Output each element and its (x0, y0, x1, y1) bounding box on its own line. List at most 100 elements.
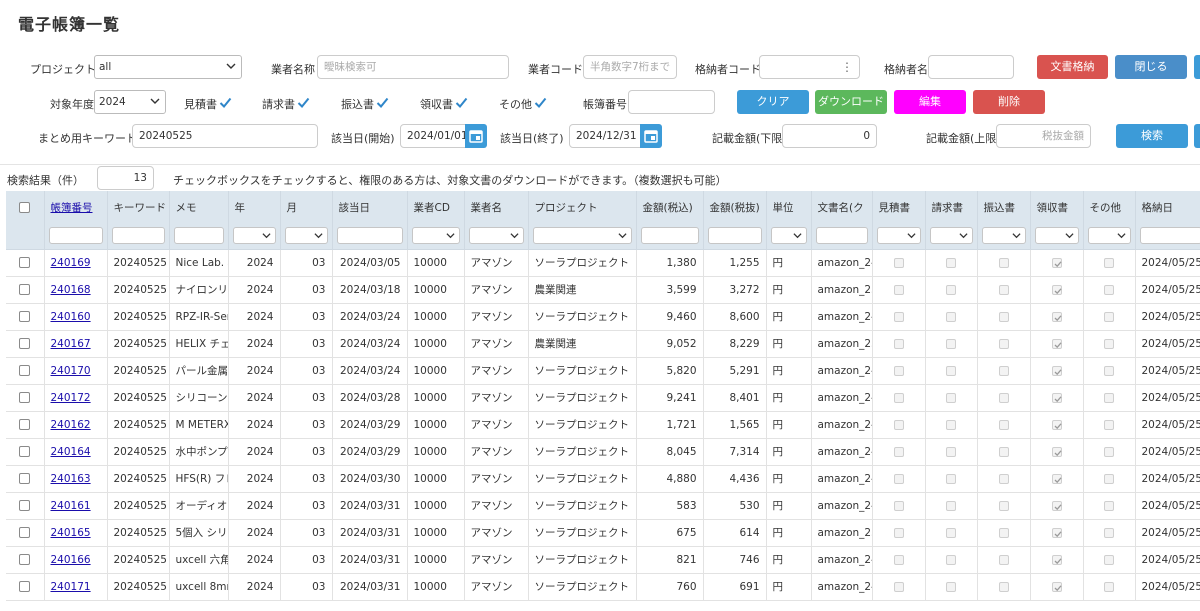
project-select[interactable]: all (94, 55, 242, 79)
date-start-input[interactable]: 2024/01/01 (400, 124, 466, 148)
ledger-no-link[interactable]: 240161 (51, 500, 91, 512)
header-ledger-no-link[interactable]: 帳簿番号 (51, 202, 93, 214)
filter-input-amount-inc[interactable] (640, 227, 699, 245)
row-select-cell[interactable] (6, 276, 45, 304)
table-row[interactable]: 240171 20240525uxcell 8mm2024032024/03/31… (6, 573, 1200, 601)
ledger-no-cell[interactable]: 240160 (44, 303, 108, 331)
filter-select-project[interactable] (532, 227, 632, 245)
year-select[interactable]: 2024 (94, 90, 166, 114)
close-button[interactable]: 閉じる (1115, 55, 1187, 79)
row-checkbox[interactable] (19, 554, 31, 565)
table-row[interactable]: 240163 20240525HFS(R) フレ2024032024/03/301… (6, 465, 1200, 493)
row-select-cell[interactable] (6, 465, 45, 493)
doc-type-checkbox-transfer[interactable] (376, 96, 389, 109)
ledger-no-cell[interactable]: 240165 (44, 519, 108, 547)
row-select-cell[interactable] (6, 573, 45, 601)
ledger-no-cell[interactable]: 240162 (44, 411, 108, 439)
more-vertical-icon[interactable]: ⋮ (841, 59, 853, 75)
keyword-input[interactable]: 20240525 (132, 124, 318, 148)
table-row[interactable]: 240167 20240525 HELIX チェ 2024 03 2024/03/24 10… (6, 330, 1200, 358)
overflow-button[interactable] (1194, 55, 1200, 79)
ledger-no-cell[interactable]: 240166 (44, 546, 108, 574)
select-all-checkbox[interactable] (19, 201, 31, 213)
storer-name-input[interactable] (928, 55, 1014, 79)
row-checkbox[interactable] (19, 338, 31, 349)
row-checkbox[interactable] (19, 581, 31, 592)
edit-button[interactable]: 編集 (894, 90, 966, 114)
ledger-no-cell[interactable]: 240167 (44, 330, 108, 358)
table-row[interactable]: 24016220240525M METERXI2024032024/03/291… (6, 411, 1200, 439)
vendor-code-input[interactable]: 半角数字7桁まで (583, 55, 677, 79)
row-select-cell[interactable] (6, 438, 45, 466)
ledger-no-input[interactable] (628, 90, 715, 114)
row-select-cell[interactable] (6, 492, 45, 520)
search-button[interactable]: 検索 (1116, 124, 1188, 148)
table-row[interactable]: 240170 20240525 パール金属 2024 03 2024/03/24 10000… (6, 357, 1200, 385)
doc-type-checkbox-estimate[interactable] (219, 96, 232, 109)
filter-select-other[interactable] (1087, 227, 1131, 245)
row-checkbox[interactable] (19, 257, 31, 268)
ledger-no-link[interactable]: 240171 (51, 581, 91, 593)
ledger-no-cell[interactable]: 240161 (44, 492, 108, 520)
row-select-cell[interactable] (6, 546, 45, 574)
row-checkbox[interactable] (19, 473, 31, 484)
row-checkbox[interactable] (19, 392, 31, 403)
table-row[interactable]: 240172 20240525 シリコーン 2024 03 2024/03/28 10000… (6, 384, 1200, 412)
ledger-no-link[interactable]: 240164 (51, 446, 91, 458)
table-row[interactable]: 240161 20240525 オーディオ 2024 03 2024/03/31 10000… (6, 492, 1200, 520)
storer-code-input[interactable]: ⋮ (759, 55, 860, 79)
amount-max-input[interactable]: 税抜金額 (996, 124, 1091, 148)
ledger-no-cell[interactable]: 240164 (44, 438, 108, 466)
row-select-cell[interactable] (6, 357, 45, 385)
ledger-no-cell[interactable]: 240163 (44, 465, 108, 493)
date-end-input[interactable]: 2024/12/31 (569, 124, 641, 148)
header-select-all[interactable] (6, 191, 45, 223)
download-button[interactable]: ダウンロード (815, 90, 887, 114)
row-checkbox[interactable] (19, 311, 31, 322)
table-row[interactable]: 240164 20240525 水中ポンプ 2024 03 2024/03/29 10000… (6, 438, 1200, 466)
table-row[interactable]: 240168 20240525 ナイロンリ 2024 03 2024/03/18 10000… (6, 276, 1200, 304)
filter-select-unit[interactable] (770, 227, 807, 245)
table-row[interactable]: 240169 20240525Nice Lab. 小2024032024/03/0… (6, 249, 1200, 277)
doc-type-checkbox-receipt[interactable] (455, 96, 468, 109)
filter-input-doc-name[interactable] (815, 227, 868, 245)
ledger-no-cell[interactable]: 240169 (44, 249, 108, 277)
row-select-cell[interactable] (6, 303, 45, 331)
ledger-no-link[interactable]: 240172 (51, 392, 91, 404)
filter-select-month[interactable] (284, 227, 328, 245)
filter-select-vendor-cd[interactable] (411, 227, 460, 245)
clear-button[interactable]: クリア (737, 90, 809, 114)
delete-button[interactable]: 削除 (973, 90, 1045, 114)
vendor-name-input[interactable]: 曖昧検索可 (317, 55, 509, 79)
filter-input-ledger-no[interactable] (48, 227, 103, 245)
filter-input-keyword[interactable] (111, 227, 165, 245)
date-end-calendar-button[interactable] (640, 124, 662, 148)
ledger-no-cell[interactable]: 240172 (44, 384, 108, 412)
filter-select-transfer[interactable] (981, 227, 1026, 245)
ledger-no-link[interactable]: 240165 (51, 527, 91, 539)
date-start-calendar-button[interactable] (465, 124, 487, 148)
table-row[interactable]: 240165 20240525 5個入 シリ 2024 03 2024/03/31 1000… (6, 519, 1200, 547)
table-row[interactable]: 240160 20240525RPZ-IR-Sens2024032024/03/2… (6, 303, 1200, 331)
ledger-no-link[interactable]: 240160 (51, 311, 91, 323)
row-checkbox[interactable] (19, 419, 31, 430)
filter-select-year[interactable] (232, 227, 276, 245)
ledger-no-link[interactable]: 240170 (51, 365, 91, 377)
row-checkbox[interactable] (19, 446, 31, 457)
amount-min-input[interactable]: 0 (782, 124, 877, 148)
ledger-no-link[interactable]: 240163 (51, 473, 91, 485)
row-select-cell[interactable] (6, 519, 45, 547)
ledger-no-link[interactable]: 240167 (51, 338, 91, 350)
row-checkbox[interactable] (19, 500, 31, 511)
filter-select-estimate[interactable] (876, 227, 921, 245)
doc-type-checkbox-invoice[interactable] (297, 96, 310, 109)
row-checkbox[interactable] (19, 365, 31, 376)
store-document-button[interactable]: 文書格納 (1037, 55, 1108, 79)
ledger-no-link[interactable]: 240169 (51, 257, 91, 269)
ledger-no-cell[interactable]: 240168 (44, 276, 108, 304)
table-row[interactable]: 240166 20240525 uxcell 六角 2024 03 2024/03/31 1… (6, 546, 1200, 574)
row-checkbox[interactable] (19, 284, 31, 295)
filter-select-receipt[interactable] (1034, 227, 1079, 245)
ledger-no-cell[interactable]: 240171 (44, 573, 108, 601)
ledger-no-link[interactable]: 240162 (51, 419, 91, 431)
